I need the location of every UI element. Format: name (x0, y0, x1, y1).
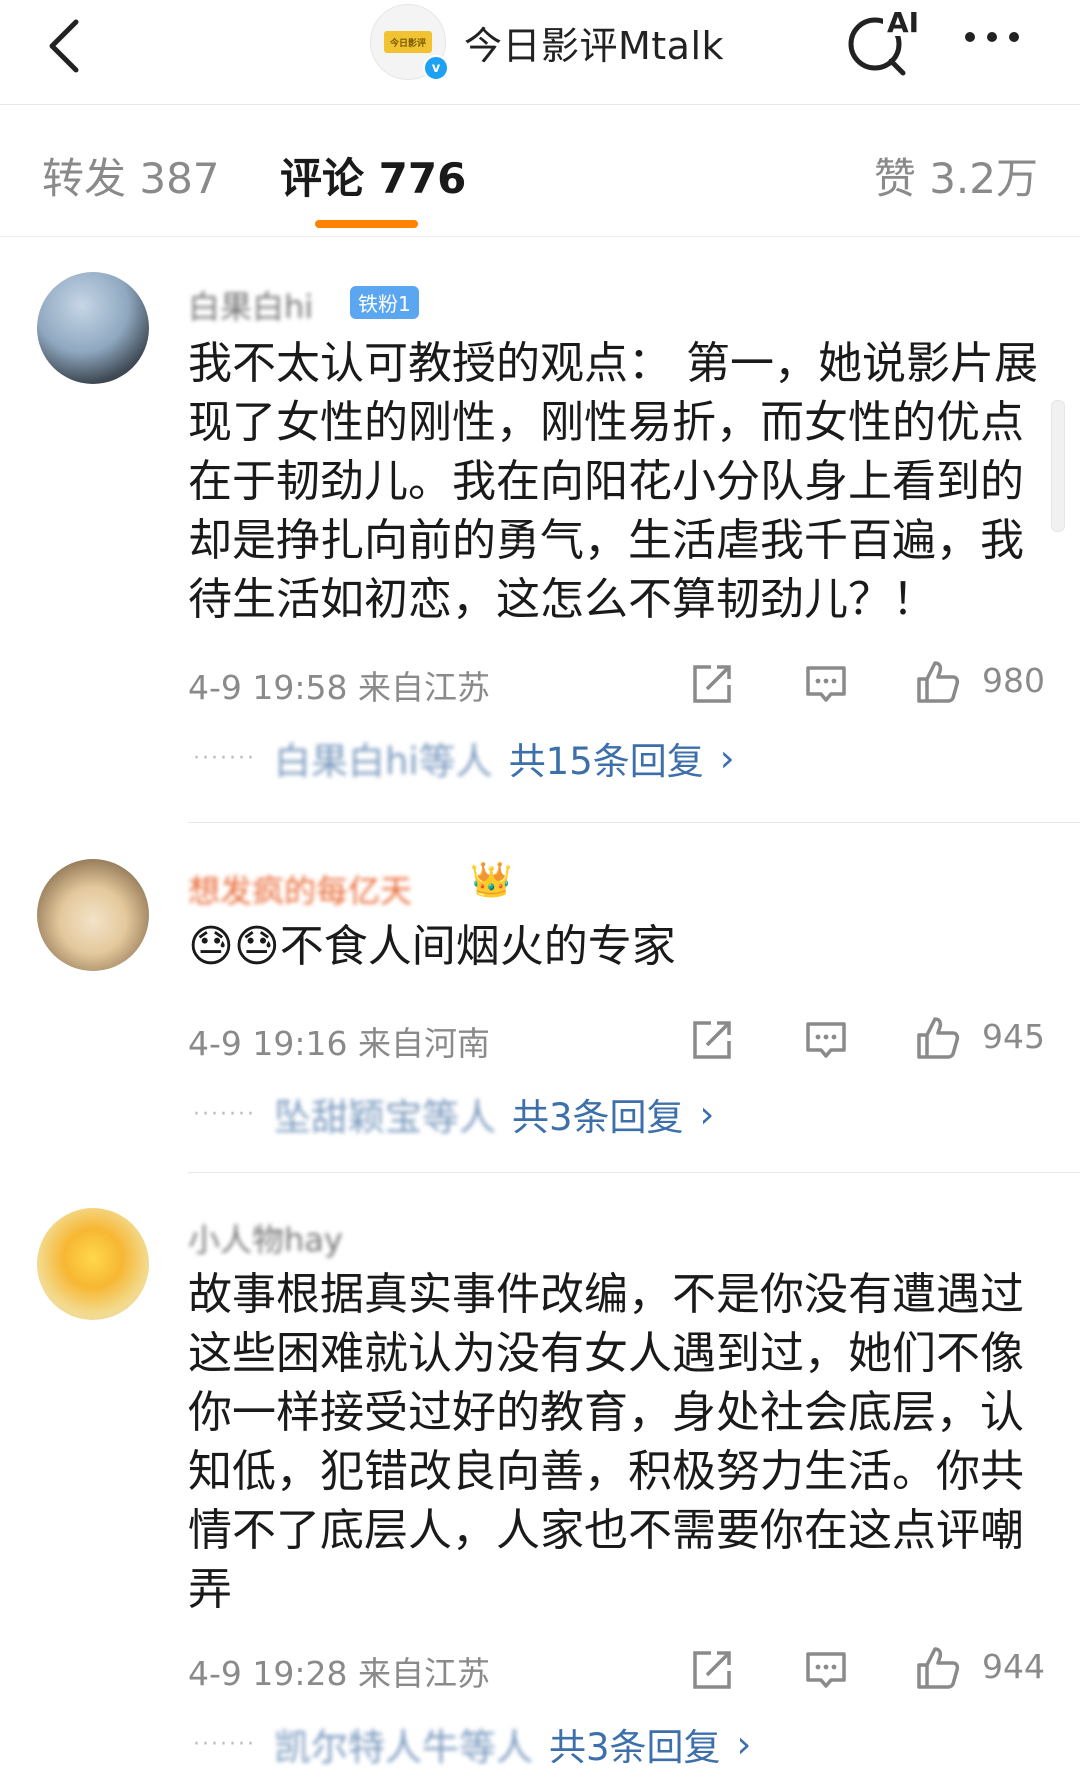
account-avatar[interactable]: 今日影评 v (370, 4, 449, 81)
reply-icon[interactable] (803, 1017, 849, 1063)
share-icon[interactable] (689, 1017, 735, 1063)
top-bar: 今日影评 v 今日影评Mtalk AI (0, 0, 1080, 104)
reply-icon[interactable] (803, 1647, 849, 1693)
comment-meta: 4-9 19:28 来自江苏 (188, 1654, 490, 1693)
divider (0, 236, 1080, 237)
avatar[interactable] (37, 272, 149, 384)
tab-likes[interactable]: 赞 3.2万 (874, 145, 1038, 206)
reply-summary[interactable]: ······· 凯尔特人牛等人 共3条回复 › (193, 1717, 751, 1771)
reply-dots: ······· (193, 1101, 256, 1127)
share-icon[interactable] (689, 661, 735, 707)
back-arrow-icon[interactable] (38, 14, 98, 74)
reply-names: 白果白hi等人 (273, 740, 493, 783)
avatar[interactable] (37, 1208, 149, 1320)
like-icon[interactable] (915, 659, 961, 705)
share-icon[interactable] (689, 1647, 735, 1693)
tab-comments[interactable]: 评论 776 (280, 145, 466, 206)
comment-text: 我不太认可教授的观点： 第一，她说影片展现了女性的刚性，刚性易折，而女性的优点在… (188, 338, 1038, 625)
account-title-group[interactable]: 今日影评 v 今日影评Mtalk (370, 4, 725, 81)
comment-text: 😓😓不食人间烟火的专家 (188, 921, 676, 972)
logo-text: 今日影评 (384, 31, 432, 53)
like-count: 945 (982, 1017, 1045, 1056)
reply-count-link[interactable]: 共3条回复 (512, 1087, 684, 1141)
divider (188, 822, 1080, 823)
fan-badge: 铁粉1 (350, 286, 419, 319)
comment-meta: 4-9 19:16 来自河南 (188, 1024, 490, 1063)
reply-dots: ······· (193, 745, 256, 771)
chevron-right-icon[interactable]: › (737, 1723, 752, 1766)
divider (188, 1172, 1080, 1173)
reply-summary[interactable]: ······· 坠甜颖宝等人 共3条回复 › (193, 1087, 714, 1141)
verified-icon: v (423, 55, 449, 81)
like-icon[interactable] (915, 1015, 961, 1061)
like-icon[interactable] (915, 1645, 961, 1691)
comment-username[interactable]: 想发疯的每亿天 (188, 866, 412, 912)
more-options-icon[interactable] (965, 32, 1019, 42)
reply-dots: ······· (193, 1731, 256, 1757)
reply-names: 坠甜颖宝等人 (273, 1096, 496, 1139)
page-title: 今日影评Mtalk (464, 23, 725, 68)
reply-icon[interactable] (803, 661, 849, 707)
reply-summary[interactable]: ······· 白果白hi等人 共15条回复 › (193, 731, 735, 785)
comment-meta: 4-9 19:58 来自江苏 (188, 668, 490, 707)
comment-text: 故事根据真实事件改编，不是你没有遭遇过这些困难就认为没有女人遇到过，她们不像你一… (188, 1269, 1024, 1615)
comment-username[interactable]: 小人物hay (188, 1215, 343, 1261)
avatar[interactable] (37, 859, 149, 971)
active-tab-indicator (315, 220, 418, 228)
ai-label: AI (887, 6, 919, 39)
reply-names: 凯尔特人牛等人 (273, 1726, 533, 1769)
tab-bar: 转发 387 评论 776 赞 3.2万 (0, 105, 1080, 235)
chevron-right-icon[interactable]: › (700, 1093, 715, 1136)
comment-username[interactable]: 白果白hi (188, 282, 313, 328)
tab-reposts[interactable]: 转发 387 (42, 145, 220, 206)
like-count: 944 (982, 1647, 1045, 1686)
reply-count-link[interactable]: 共3条回复 (549, 1717, 721, 1771)
chevron-right-icon[interactable]: › (720, 737, 735, 780)
scrollbar[interactable] (1051, 400, 1065, 532)
crown-badge-icon: 👑 (470, 860, 513, 900)
reply-count-link[interactable]: 共15条回复 (509, 731, 704, 785)
like-count: 980 (982, 661, 1045, 700)
ai-search-icon[interactable]: AI (843, 4, 923, 76)
